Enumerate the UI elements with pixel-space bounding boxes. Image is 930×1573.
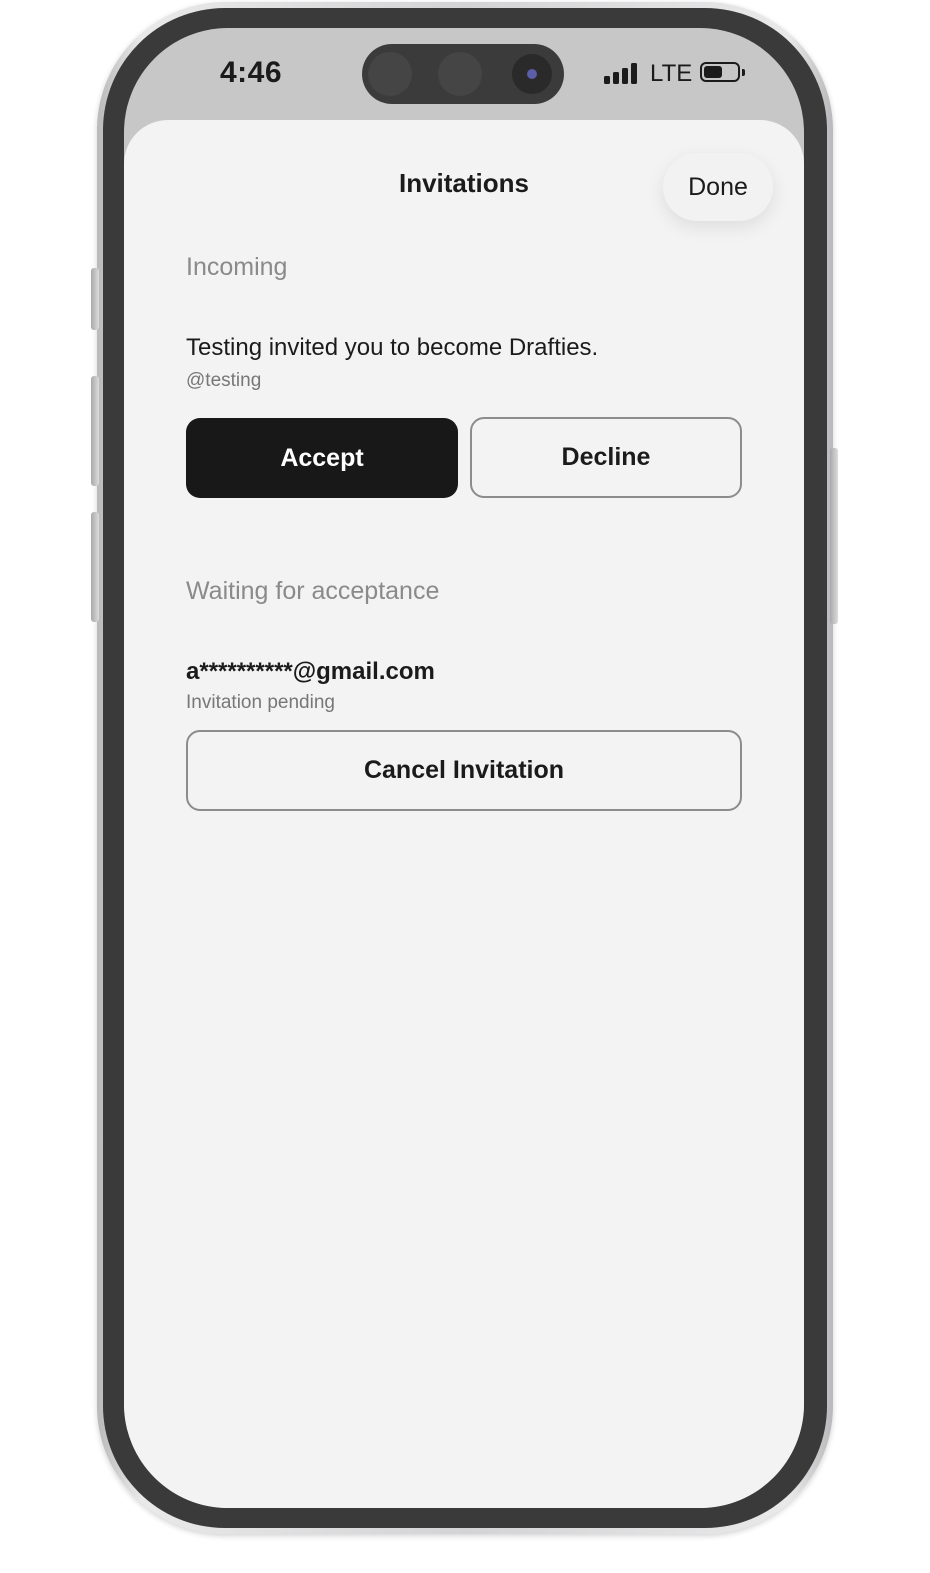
- device-mockup: 4:46 LTE Invitations Done Incoming Testi…: [0, 0, 930, 1573]
- network-type: LTE: [650, 60, 693, 87]
- cancel-invitation-button[interactable]: Cancel Invitation: [186, 730, 742, 811]
- signal-bar: [604, 76, 610, 84]
- camera-icon: [512, 54, 552, 94]
- inviter-handle: @testing: [186, 370, 262, 391]
- signal-bar: [631, 63, 637, 84]
- accept-button[interactable]: Accept: [186, 418, 458, 498]
- sensor-icon: [368, 52, 412, 96]
- volume-up-button: [91, 376, 99, 486]
- cellular-signal-icon: [604, 62, 640, 84]
- volume-down-button: [91, 512, 99, 622]
- pending-invitee-email: a**********@gmail.com: [186, 658, 435, 685]
- battery-level: [704, 66, 722, 78]
- signal-bar: [622, 68, 628, 84]
- battery-cap: [742, 69, 745, 76]
- invitation-message: Testing invited you to become Drafties.: [186, 334, 599, 361]
- sensor-icon: [438, 52, 482, 96]
- invitation-status: Invitation pending: [186, 692, 335, 713]
- signal-bar: [613, 72, 619, 84]
- power-button: [830, 448, 838, 624]
- incoming-section-label: Incoming: [186, 253, 288, 281]
- status-time: 4:46: [220, 56, 283, 89]
- dynamic-island: [362, 44, 564, 104]
- battery-icon: [700, 62, 745, 82]
- waiting-section-label: Waiting for acceptance: [186, 577, 440, 605]
- invitations-sheet: Invitations Done Incoming Testing invite…: [124, 120, 804, 1508]
- done-button[interactable]: Done: [663, 153, 773, 221]
- action-button: [91, 268, 99, 330]
- phone-screen: 4:46 LTE Invitations Done Incoming Testi…: [124, 28, 804, 1508]
- decline-button[interactable]: Decline: [470, 417, 742, 498]
